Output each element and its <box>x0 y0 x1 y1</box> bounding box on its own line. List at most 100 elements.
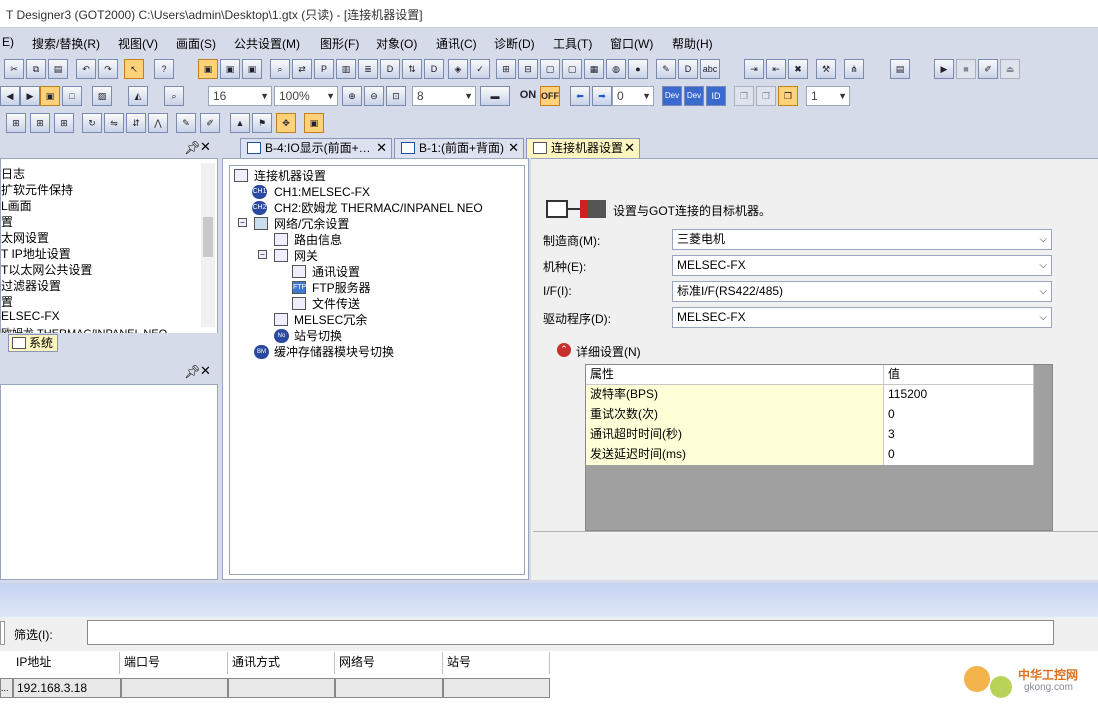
table-row[interactable]: 波特率(BPS) 115200 <box>586 385 1034 405</box>
flag-icon[interactable]: ⚑ <box>252 113 272 133</box>
data-icon[interactable]: D <box>380 59 400 79</box>
menu-comm[interactable]: 通讯(C) <box>436 35 477 52</box>
fill-pattern-icon[interactable]: ▨ <box>92 86 112 106</box>
help-icon[interactable]: ? <box>154 59 174 79</box>
zoom-out-icon[interactable]: ⊖ <box>364 86 384 106</box>
select-pointer-icon[interactable]: ↖ <box>124 59 144 79</box>
list-item[interactable]: 置 <box>1 293 13 310</box>
table-row[interactable]: 发送延迟时间(ms) 0 <box>586 445 1034 465</box>
fit-icon[interactable]: ⊡ <box>386 86 406 106</box>
ungroup-icon[interactable]: ⊟ <box>518 59 538 79</box>
tree-station[interactable]: 站号切换 <box>294 328 342 344</box>
menu-screen[interactable]: 画面(S) <box>176 35 216 52</box>
layer-icon[interactable]: ▦ <box>584 59 604 79</box>
align3-icon[interactable]: ⊞ <box>54 113 74 133</box>
menu-object[interactable]: 对象(O) <box>376 35 417 52</box>
on-button[interactable]: ON <box>518 86 538 106</box>
menu-view[interactable]: 视图(V) <box>118 35 158 52</box>
list-item[interactable]: 过滤器设置 <box>1 277 61 294</box>
row-value[interactable]: 3 <box>884 425 1034 445</box>
menu-help[interactable]: 帮助(H) <box>672 35 713 52</box>
delete-icon[interactable]: ✖ <box>788 59 808 79</box>
screen-toggle-icon[interactable]: ▣ <box>40 86 60 106</box>
up-icon[interactable]: ▲ <box>230 113 250 133</box>
col-station[interactable]: 站号 <box>443 652 550 674</box>
menu-tools[interactable]: 工具(T) <box>553 35 592 52</box>
abc-icon[interactable]: abc <box>700 59 720 79</box>
menu-edit[interactable]: E) <box>2 35 14 49</box>
row-station[interactable] <box>443 678 550 698</box>
color-icon[interactable]: ● <box>628 59 648 79</box>
close-icon[interactable]: ✕ <box>200 139 211 155</box>
row-value[interactable]: 0 <box>884 405 1034 425</box>
sim-end-icon[interactable]: ⏏ <box>1000 59 1020 79</box>
align2-icon[interactable]: ⊞ <box>30 113 50 133</box>
sim-edit-icon[interactable]: ✐ <box>978 59 998 79</box>
rotate-icon[interactable]: ↻ <box>82 113 102 133</box>
edit2-icon[interactable]: ✐ <box>200 113 220 133</box>
filter-input[interactable] <box>87 620 1054 645</box>
col-port[interactable]: 端口号 <box>120 652 228 674</box>
col-comm[interactable]: 通讯方式 <box>228 652 335 674</box>
replace-icon[interactable]: ⇄ <box>292 59 312 79</box>
back-icon[interactable]: ◀ <box>0 86 20 106</box>
select-tool-icon[interactable]: ✥ <box>276 113 296 133</box>
check-icon[interactable]: ✓ <box>470 59 490 79</box>
tree-network[interactable]: 网络/冗余设置 <box>274 216 349 232</box>
screen-icon[interactable]: ▣ <box>198 59 218 79</box>
close-icon[interactable]: ✕ <box>200 363 211 379</box>
screen2-icon[interactable]: ▣ <box>220 59 240 79</box>
property-icon[interactable]: ▤ <box>890 59 910 79</box>
paste-icon[interactable]: ▤ <box>48 59 68 79</box>
tree-ch1[interactable]: CH1:MELSEC-FX <box>274 184 370 200</box>
window-tool-icon[interactable]: ▣ <box>304 113 324 133</box>
scrollbar[interactable] <box>201 163 215 327</box>
zoom-select[interactable]: 100% ▼ <box>274 86 338 106</box>
close-icon[interactable]: ✕ <box>376 139 387 157</box>
row-network[interactable] <box>335 678 443 698</box>
cut-icon[interactable]: ✂ <box>4 59 24 79</box>
layer-back-icon[interactable]: ❐ <box>756 86 776 106</box>
edit-icon[interactable]: ✎ <box>176 113 196 133</box>
list-item[interactable]: T IP地址设置 <box>1 245 71 262</box>
tree-ftp[interactable]: FTP服务器 <box>312 280 371 296</box>
check-spell-icon[interactable]: ✎ <box>656 59 676 79</box>
row-value[interactable]: 0 <box>884 445 1034 465</box>
menu-common[interactable]: 公共设置(M) <box>234 35 300 52</box>
filter-button[interactable] <box>0 621 5 645</box>
tree-comm[interactable]: 通讯设置 <box>312 264 360 280</box>
list-item[interactable]: 太网设置 <box>1 229 49 246</box>
list-item[interactable]: ELSEC-FX <box>1 309 60 323</box>
station-select[interactable]: 0 ▼ <box>612 86 654 106</box>
arrow-right-icon[interactable]: ➡ <box>592 86 612 106</box>
table-row[interactable]: 重试次数(次) 0 <box>586 405 1034 425</box>
tree-root[interactable]: 连接机器设置 <box>254 168 326 184</box>
close-icon[interactable]: ✕ <box>508 139 519 157</box>
collapse-detail-icon[interactable]: ⌃ <box>557 343 571 357</box>
layer-front-icon[interactable]: ❐ <box>734 86 754 106</box>
detail-settings-label[interactable]: 详细设置(N) <box>576 343 641 360</box>
tree-ch2[interactable]: CH2:欧姆龙 THERMAC/INPANEL NEO <box>274 200 483 216</box>
copy-icon[interactable]: ⧉ <box>26 59 46 79</box>
arrow-left-icon[interactable]: ⬅ <box>570 86 590 106</box>
dev-icon[interactable]: Dev <box>662 86 682 106</box>
list-item[interactable]: T以太网公共设置 <box>1 261 92 278</box>
rect-icon[interactable]: □ <box>62 86 82 106</box>
data3-icon[interactable]: D <box>678 59 698 79</box>
model-select[interactable]: MELSEC-FX ⌵ <box>672 255 1052 276</box>
collapse-icon[interactable]: − <box>238 218 247 227</box>
tree-gateway[interactable]: 网关 <box>294 248 318 264</box>
undo-icon[interactable]: ↶ <box>76 59 96 79</box>
row-port[interactable] <box>121 678 228 698</box>
layer-select[interactable]: 1 ▼ <box>806 86 850 106</box>
import-icon[interactable]: ⇥ <box>744 59 764 79</box>
export-icon[interactable]: ⇤ <box>766 59 786 79</box>
pin-icon[interactable]: 📌︎ <box>184 140 201 156</box>
font-size-select[interactable]: 16 ▼ <box>208 86 272 106</box>
redo-icon[interactable]: ↷ <box>98 59 118 79</box>
frame-icon[interactable]: ▢ <box>540 59 560 79</box>
tab-system[interactable]: 系统 <box>8 334 58 352</box>
menu-search[interactable]: 搜索/替换(R) <box>32 35 100 52</box>
flip-icon[interactable]: ⇋ <box>104 113 124 133</box>
list-item[interactable]: 扩软元件保持 <box>1 181 73 198</box>
